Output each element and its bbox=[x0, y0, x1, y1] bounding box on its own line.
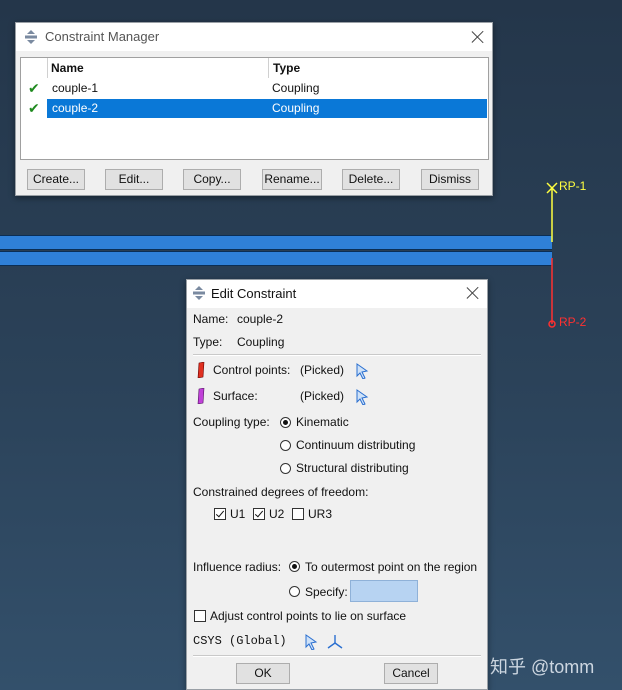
abaqus-app-icon bbox=[193, 286, 205, 300]
control-points-label: Control points: bbox=[213, 363, 291, 377]
dof-ur3-label[interactable]: UR3 bbox=[308, 507, 332, 521]
checkbox-adjust-control-points[interactable] bbox=[194, 610, 206, 622]
rp1-label: RP-1 bbox=[559, 179, 587, 193]
column-header-type[interactable]: Type bbox=[269, 58, 487, 78]
pick-arrow-icon[interactable] bbox=[304, 634, 318, 650]
reference-points-graphic bbox=[546, 182, 558, 328]
pick-arrow-icon[interactable] bbox=[355, 389, 369, 405]
ok-button[interactable]: OK bbox=[236, 663, 290, 684]
adjust-control-points-label[interactable]: Adjust control points to lie on surface bbox=[210, 609, 406, 623]
option-outermost-point[interactable]: To outermost point on the region bbox=[305, 560, 477, 574]
radio-structural-distributing[interactable] bbox=[280, 463, 291, 474]
create-button[interactable]: Create... bbox=[27, 169, 85, 190]
csys-label: CSYS (Global) bbox=[193, 634, 287, 648]
row-name: couple-2 bbox=[52, 101, 99, 115]
control-points-value: (Picked) bbox=[300, 363, 345, 377]
column-header-name[interactable]: Name bbox=[47, 58, 269, 78]
checkbox-u2[interactable] bbox=[253, 508, 265, 520]
check-icon: ✔ bbox=[28, 100, 40, 116]
surface-icon bbox=[197, 388, 205, 404]
dismiss-button[interactable]: Dismiss bbox=[421, 169, 479, 190]
edit-constraint-titlebar[interactable]: Edit Constraint bbox=[187, 280, 487, 308]
beam-bottom bbox=[0, 251, 552, 266]
checkbox-u1[interactable] bbox=[214, 508, 226, 520]
option-structural-distributing[interactable]: Structural distributing bbox=[296, 461, 409, 475]
separator bbox=[193, 655, 481, 657]
row-type: Coupling bbox=[272, 81, 320, 95]
name-label: Name: bbox=[193, 312, 229, 326]
radio-outermost-point[interactable] bbox=[289, 561, 300, 572]
specify-radius-input[interactable] bbox=[350, 580, 418, 602]
cancel-button[interactable]: Cancel bbox=[384, 663, 438, 684]
radio-continuum-distributing[interactable] bbox=[280, 440, 291, 451]
close-icon[interactable] bbox=[465, 285, 481, 301]
datum-csys-icon[interactable] bbox=[327, 634, 343, 649]
type-label: Type: bbox=[193, 335, 223, 349]
pick-arrow-icon[interactable] bbox=[355, 363, 369, 379]
dof-u1-label[interactable]: U1 bbox=[230, 507, 245, 521]
constraint-manager-title: Constraint Manager bbox=[45, 29, 160, 44]
table-row[interactable]: couple-1 Coupling bbox=[47, 79, 487, 98]
copy-button[interactable]: Copy... bbox=[183, 169, 241, 190]
radio-specify[interactable] bbox=[289, 586, 300, 597]
constraint-manager-titlebar[interactable]: Constraint Manager bbox=[16, 23, 492, 51]
surface-value: (Picked) bbox=[300, 389, 345, 403]
constraint-manager-dialog: Constraint Manager Name Type ✔ couple-1 … bbox=[15, 22, 493, 196]
table-header-divider bbox=[47, 58, 48, 78]
rename-button[interactable]: Rename... bbox=[262, 169, 322, 190]
rp2-label: RP-2 bbox=[559, 315, 587, 329]
surface-label: Surface: bbox=[213, 389, 258, 403]
constraints-table[interactable]: Name Type ✔ couple-1 Coupling ✔ couple-2… bbox=[20, 57, 489, 160]
checkbox-ur3[interactable] bbox=[292, 508, 304, 520]
name-value: couple-2 bbox=[237, 312, 284, 326]
delete-button[interactable]: Delete... bbox=[342, 169, 400, 190]
edit-constraint-dialog: Edit Constraint Name: couple-2 Type: Cou… bbox=[186, 279, 488, 690]
row-name: couple-1 bbox=[52, 81, 99, 95]
edit-button[interactable]: Edit... bbox=[105, 169, 163, 190]
dof-label: Constrained degrees of freedom: bbox=[193, 485, 369, 499]
option-continuum-distributing[interactable]: Continuum distributing bbox=[296, 438, 415, 452]
radio-kinematic[interactable] bbox=[280, 417, 291, 428]
row-type: Coupling bbox=[272, 101, 320, 115]
separator bbox=[193, 354, 481, 356]
beam-top bbox=[0, 235, 552, 250]
coupling-type-label: Coupling type: bbox=[193, 415, 270, 429]
option-kinematic[interactable]: Kinematic bbox=[296, 415, 349, 429]
option-specify[interactable]: Specify: bbox=[305, 585, 348, 599]
dof-u2-label[interactable]: U2 bbox=[269, 507, 284, 521]
table-row-selected[interactable]: couple-2 Coupling bbox=[47, 99, 487, 118]
close-icon[interactable] bbox=[470, 29, 486, 45]
influence-radius-label: Influence radius: bbox=[193, 560, 282, 574]
watermark: 知乎 @tomm bbox=[490, 657, 595, 677]
control-points-icon bbox=[197, 362, 205, 378]
abaqus-app-icon bbox=[25, 30, 37, 44]
edit-constraint-title: Edit Constraint bbox=[211, 286, 297, 301]
check-icon: ✔ bbox=[28, 80, 40, 96]
type-value: Coupling bbox=[237, 335, 285, 349]
